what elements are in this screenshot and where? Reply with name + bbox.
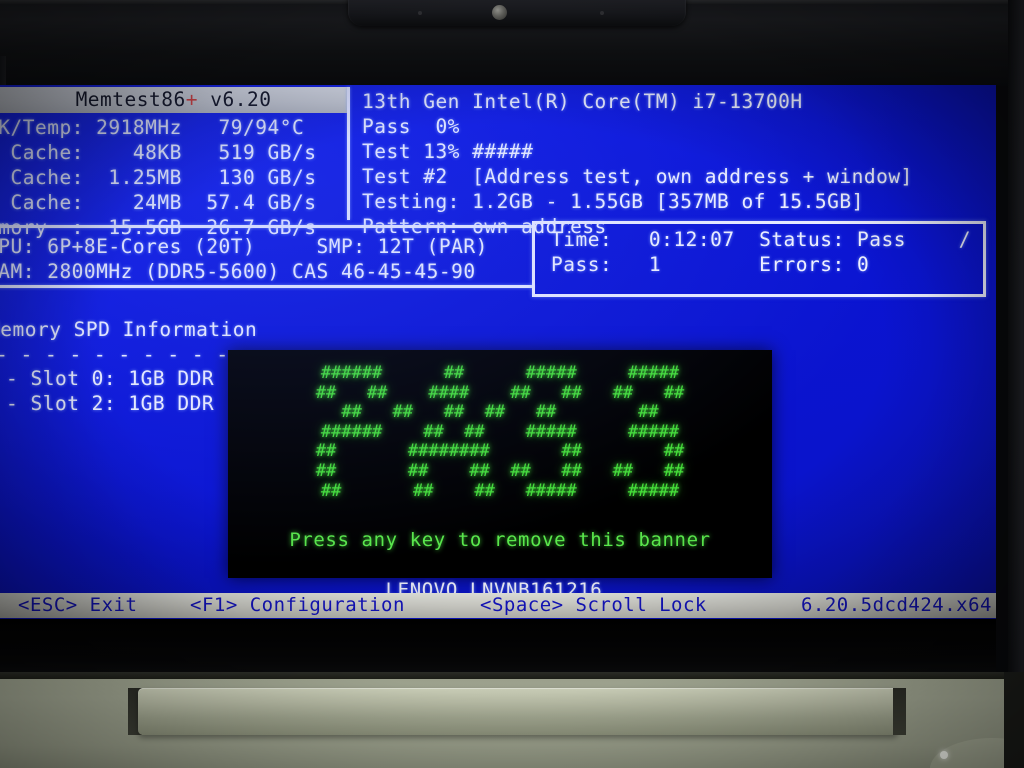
hinge-notch-right — [893, 688, 906, 735]
app-version: v6.20 — [210, 88, 272, 111]
memtest-screen: Memtest86+ v6.20 LK/Temp: 2918MHz 79/94°… — [0, 85, 996, 619]
banner-dismiss-hint: Press any key to remove this banner — [289, 529, 711, 551]
activity-spinner-icon: / — [958, 228, 971, 251]
power-led-icon — [940, 751, 948, 759]
spd-slot-list: - Slot 0: 1GB DDR - Slot 2: 1GB DDR — [6, 367, 215, 415]
run-status-line2: Pass: 1 Errors: 0 — [551, 253, 870, 276]
webcam-notch — [348, 0, 686, 26]
run-status-line1: Time: 0:12:07 Status: Pass — [551, 228, 906, 251]
cpu-cache-stats: LK/Temp: 2918MHz 79/94°C 1 Cache: 48KB 5… — [0, 116, 317, 239]
bottom-status-bar: <ESC> Exit <F1> Configuration <Space> Sc… — [0, 593, 996, 618]
webcam-mic-dot — [600, 11, 604, 15]
webcam-lens-icon — [492, 5, 507, 20]
run-status-box: Time: 0:12:07 Status: Pass Pass: 1 Error… — [532, 221, 986, 297]
plus-badge-icon: + — [185, 88, 198, 111]
system-config-info: CPU: 6P+8E-Cores (20T) SMP: 12T (PAR) RA… — [0, 235, 488, 283]
laptop-right-bezel — [1008, 0, 1024, 768]
spd-heading: Memory SPD Information — [0, 318, 258, 341]
laptop-lcd-panel: Memtest86+ v6.20 LK/Temp: 2918MHz 79/94°… — [0, 85, 996, 619]
app-title-name: Memtest86 — [75, 88, 186, 111]
webcam-sensor-dot — [418, 11, 422, 15]
build-version-label: 6.20.5dcd424.x64 — [800, 594, 992, 616]
pass-banner[interactable]: ###### ## ##### ##### ## ## #### ## ## #… — [228, 350, 772, 578]
hinge-bar — [138, 688, 898, 735]
lcd-bottom-bezel — [0, 619, 996, 679]
band-bottom-rule — [0, 285, 534, 288]
desk-edge — [1004, 672, 1024, 768]
band-top-rule — [0, 225, 534, 228]
esc-exit-key[interactable]: <ESC> Exit — [18, 593, 137, 618]
test-progress-info: 13th Gen Intel(R) Core(TM) i7-13700H Pas… — [362, 90, 913, 238]
photo-of-laptop-screen: Memtest86+ v6.20 LK/Temp: 2918MHz 79/94°… — [0, 0, 1024, 768]
f1-configuration-key[interactable]: <F1> Configuration — [190, 593, 405, 618]
app-title-bar: Memtest86+ v6.20 — [0, 87, 347, 113]
panel-divider — [347, 87, 350, 220]
space-scroll-lock-key[interactable]: <Space> Scroll Lock — [480, 593, 707, 618]
app-title: Memtest86+ v6.20 — [0, 87, 347, 113]
pass-ascii-art: ###### ## ##### ##### ## ## #### ## ## #… — [315, 363, 685, 501]
